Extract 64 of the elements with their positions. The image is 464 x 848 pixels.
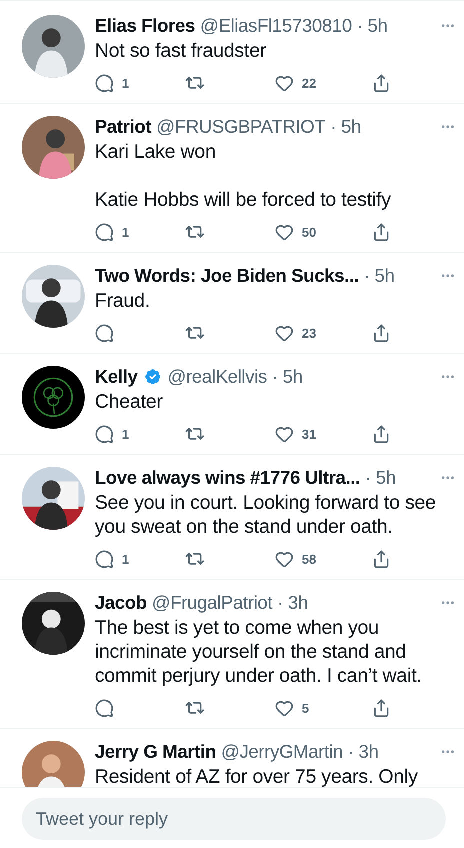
- share-icon: [372, 550, 391, 568]
- reply-text: Not so fast fraudster: [95, 39, 268, 63]
- author-handle[interactable]: @JerryGMartin: [221, 741, 344, 763]
- reply-text: Fraud.: [95, 289, 152, 313]
- share-icon: [372, 424, 391, 444]
- reply-button[interactable]: 1: [95, 550, 130, 568]
- reply-text: Katie Hobbs will be forced to testify: [95, 188, 392, 212]
- reply-button[interactable]: 1: [95, 74, 130, 92]
- author-handle[interactable]: @FrugalPatriot: [152, 592, 272, 614]
- author-name[interactable]: Love always wins #1776 Ultra...: [95, 467, 360, 489]
- heart-icon: [275, 698, 294, 718]
- author-name[interactable]: Jerry G Martin: [95, 741, 216, 763]
- speech-bubble-icon: [95, 74, 114, 92]
- post-time: · 5h: [365, 467, 396, 489]
- share-icon: [372, 324, 391, 342]
- like-button[interactable]: 50: [275, 222, 316, 242]
- author-name[interactable]: Two Words: Joe Biden Sucks...: [95, 265, 360, 287]
- reply-button[interactable]: 1: [95, 222, 130, 242]
- reply-button[interactable]: [95, 324, 114, 342]
- author-name[interactable]: Jacob: [95, 592, 147, 614]
- post-time: · 3h: [277, 592, 308, 614]
- heart-icon: [275, 74, 294, 92]
- author-name[interactable]: Kelly: [95, 366, 138, 388]
- post-time: · 5h: [357, 15, 388, 37]
- share-icon: [372, 222, 391, 242]
- heart-icon: [275, 550, 294, 568]
- post-time: · 3h: [348, 741, 379, 763]
- speech-bubble-icon: [95, 424, 114, 444]
- author-handle[interactable]: @EliasFl15730810: [200, 15, 352, 37]
- post-time: · 5h: [364, 265, 395, 287]
- like-button[interactable]: 23: [275, 324, 316, 342]
- share-button[interactable]: [372, 324, 391, 342]
- share-button[interactable]: [372, 74, 391, 92]
- author-handle[interactable]: @FRUSGBPATRIOT: [156, 116, 326, 138]
- post-time: · 5h: [330, 116, 362, 138]
- share-button[interactable]: [372, 698, 391, 718]
- author-name[interactable]: Elias Flores: [95, 15, 196, 37]
- author-handle[interactable]: @realKellvis: [168, 366, 268, 388]
- post-time: · 5h: [272, 366, 303, 388]
- reply-button[interactable]: 1: [95, 424, 130, 444]
- reply-text: Cheater: [95, 390, 164, 414]
- speech-bubble-icon: [95, 324, 114, 342]
- heart-icon: [275, 424, 294, 444]
- share-button[interactable]: [372, 424, 391, 444]
- speech-bubble-icon: [95, 550, 114, 568]
- reply-input-field[interactable]: Tweet your reply: [22, 798, 446, 840]
- speech-bubble-icon: [95, 222, 114, 242]
- share-button[interactable]: [372, 222, 391, 242]
- reply-text: Kari Lake won: [95, 140, 217, 164]
- share-icon: [372, 698, 391, 718]
- heart-icon: [275, 324, 294, 342]
- heart-icon: [275, 222, 294, 242]
- author-name[interactable]: Patriot: [95, 116, 152, 138]
- like-button[interactable]: 58: [275, 550, 316, 568]
- speech-bubble-icon: [95, 698, 114, 718]
- like-button[interactable]: 22: [275, 74, 316, 92]
- share-icon: [372, 74, 391, 92]
- like-button[interactable]: 5: [275, 698, 310, 718]
- reply-text: Resident of AZ for over 75 years. Only: [95, 765, 419, 787]
- reply-button[interactable]: [95, 698, 114, 718]
- share-button[interactable]: [372, 550, 391, 568]
- reply-text: The best is yet to come when you incriminate yourself on the stand and commit perjury under oath. I can’t wait.: [95, 616, 423, 688]
- like-button[interactable]: 31: [275, 424, 316, 444]
- reply-text: See you in court. Looking forward to see you sweat on the stand under oath.: [95, 491, 438, 539]
